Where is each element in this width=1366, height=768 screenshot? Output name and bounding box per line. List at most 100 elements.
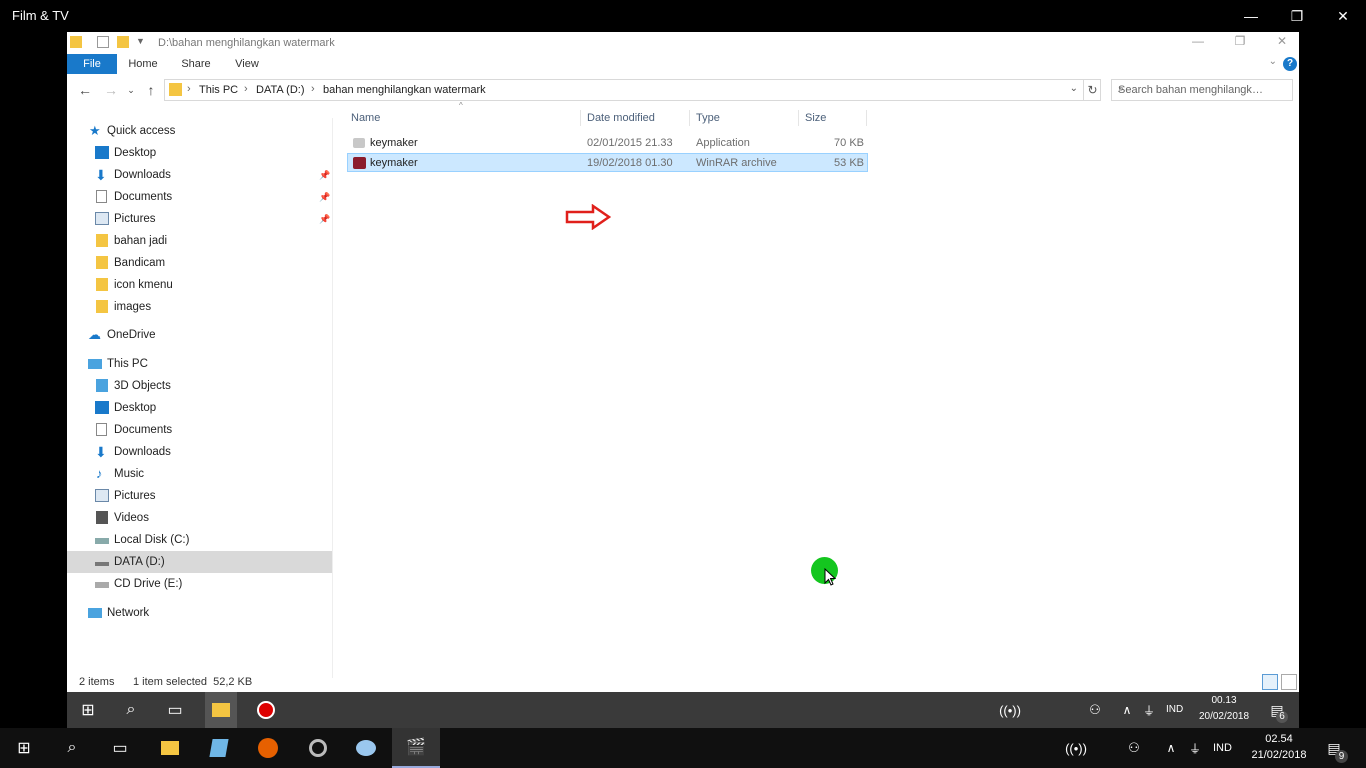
nav-pc-desktop[interactable]: Desktop [67, 397, 333, 419]
new-folder-icon[interactable] [117, 36, 129, 48]
people-icon[interactable]: ⚇ [1079, 692, 1111, 728]
file-row-selected[interactable]: keymaker 19/02/2018 01.30 WinRAR archive… [347, 153, 868, 172]
film-and-tv-icon[interactable]: 🎬 [392, 728, 440, 768]
nav-pc-documents[interactable]: Documents [67, 419, 333, 441]
forward-button[interactable]: → [101, 80, 121, 100]
nav-pc-pictures[interactable]: Pictures [67, 485, 333, 507]
breadcrumb-this-pc[interactable]: This PC [199, 84, 238, 96]
nav-pc-cd-drive-e[interactable]: CD Drive (E:) [67, 573, 333, 595]
search-icon[interactable]: ⌕ [56, 728, 88, 768]
column-header-date-modified[interactable]: Date modified [581, 110, 690, 126]
power-plug-icon[interactable]: ⏚ [1133, 692, 1165, 728]
back-button[interactable]: ← [75, 80, 95, 100]
column-header-type[interactable]: Type [690, 110, 799, 126]
record-icon[interactable] [250, 692, 282, 728]
nav-pc-videos[interactable]: Videos [67, 507, 333, 529]
nav-onedrive[interactable]: ☁ OneDrive [67, 324, 333, 346]
recent-locations-button[interactable]: ⌄ [121, 80, 141, 100]
nav-pc-downloads[interactable]: ⬇ Downloads [67, 441, 333, 463]
paint-icon[interactable] [350, 728, 382, 768]
help-icon[interactable]: ? [1283, 57, 1297, 71]
close-button[interactable]: ✕ [1320, 0, 1366, 32]
network-signal-icon[interactable]: ((•)) [994, 692, 1026, 728]
power-plug-icon[interactable]: ⏚ [1179, 728, 1211, 768]
clock-date[interactable]: 20/02/2018 [1195, 711, 1253, 722]
refresh-button[interactable]: ↻ [1083, 79, 1101, 101]
large-icons-view-icon[interactable] [1281, 674, 1297, 690]
customize-qat-icon[interactable]: ▼ [136, 36, 145, 46]
file-list: ^ Name Date modified Type Size keymaker … [335, 101, 1299, 674]
column-header-name[interactable]: Name [345, 110, 581, 126]
red-arrow-annotation-icon [565, 204, 611, 230]
nav-qa-documents[interactable]: Documents 📌 [67, 186, 333, 208]
nav-qa-downloads[interactable]: ⬇ Downloads 📌 [67, 164, 333, 186]
network-signal-icon[interactable]: ((•)) [1060, 728, 1092, 768]
chevron-right-icon[interactable]: › [311, 83, 315, 95]
explorer-minimize-button[interactable]: — [1183, 34, 1213, 52]
clock-time[interactable]: 02.54 [1248, 732, 1310, 747]
bandicam-icon[interactable] [302, 728, 334, 768]
properties-icon[interactable] [97, 36, 109, 48]
notepad-icon[interactable] [203, 728, 235, 768]
nav-quick-access[interactable]: ★ Quick access [67, 120, 333, 142]
firefox-icon[interactable] [252, 728, 284, 768]
tab-file[interactable]: File [67, 54, 117, 74]
folder-icon [169, 83, 182, 96]
windows-start-icon[interactable]: ⊞ [8, 728, 40, 768]
breadcrumb-data-d[interactable]: DATA (D:) [256, 84, 304, 96]
search-input[interactable]: Search bahan menghilangkan watermark ⌕ [1111, 79, 1293, 101]
task-view-icon[interactable]: ▭ [159, 692, 191, 728]
clock-time[interactable]: 00.13 [1195, 695, 1253, 706]
expand-ribbon-icon[interactable]: ⌄ [1269, 56, 1277, 67]
nav-qa-bandicam[interactable]: Bandicam [67, 252, 333, 274]
nav-label: Pictures [114, 490, 156, 502]
quick-access-toolbar: ▼ D:\bahan menghilangkan watermark — ❐ ✕ [67, 32, 1299, 54]
pin-icon[interactable]: 📌 [319, 186, 330, 208]
nav-qa-icon-kmenu[interactable]: icon kmenu [67, 274, 333, 296]
mouse-cursor-icon [824, 568, 836, 586]
nav-qa-pictures[interactable]: Pictures 📌 [67, 208, 333, 230]
pin-icon[interactable]: 📌 [319, 208, 330, 230]
clock-date[interactable]: 21/02/2018 [1248, 748, 1310, 763]
nav-pc-3d-objects[interactable]: 3D Objects [67, 375, 333, 397]
tab-home[interactable]: Home [125, 54, 161, 74]
nav-qa-images[interactable]: images [67, 296, 333, 318]
task-view-icon[interactable]: ▭ [104, 728, 136, 768]
address-bar[interactable]: › This PC › DATA (D:) › bahan menghilang… [164, 79, 1101, 101]
nav-qa-bahan-jadi[interactable]: bahan jadi [67, 230, 333, 252]
nav-pc-music[interactable]: ♪ Music [67, 463, 333, 485]
nav-network[interactable]: Network [67, 602, 333, 624]
people-icon[interactable]: ⚇ [1118, 728, 1150, 768]
chevron-right-icon[interactable]: › [187, 83, 191, 95]
explorer-close-button[interactable]: ✕ [1267, 34, 1297, 52]
column-header-size[interactable]: Size [799, 110, 867, 126]
minimize-button[interactable]: — [1228, 0, 1274, 32]
address-dropdown-icon[interactable]: ⌄ [1070, 83, 1078, 94]
file-row[interactable]: keymaker 02/01/2015 21.33 Application 70… [347, 134, 868, 153]
up-button[interactable]: ↑ [141, 80, 161, 100]
details-view-icon[interactable] [1262, 674, 1278, 690]
nav-this-pc[interactable]: This PC [67, 353, 333, 375]
language-indicator[interactable]: IND [1213, 741, 1232, 756]
language-indicator[interactable]: IND [1166, 704, 1183, 715]
search-icon[interactable]: ⌕ [115, 692, 147, 728]
tab-view[interactable]: View [230, 54, 264, 74]
window-path-title: D:\bahan menghilangkan watermark [158, 37, 335, 49]
file-explorer-icon[interactable] [205, 692, 237, 728]
chevron-right-icon[interactable]: › [244, 83, 248, 95]
file-explorer-icon[interactable] [154, 728, 186, 768]
pin-icon[interactable]: 📌 [319, 164, 330, 186]
breadcrumb-current-folder[interactable]: bahan menghilangkan watermark [323, 84, 486, 96]
nav-label: DATA (D:) [114, 556, 165, 568]
notification-icon[interactable]: ▤ [1318, 728, 1350, 768]
nav-pc-data-d[interactable]: DATA (D:) [67, 551, 332, 573]
download-arrow-icon: ⬇ [95, 167, 107, 183]
tab-share[interactable]: Share [177, 54, 215, 74]
nav-qa-desktop[interactable]: Desktop [67, 142, 333, 164]
explorer-maximize-button[interactable]: ❐ [1225, 34, 1255, 52]
restore-button[interactable]: ❐ [1274, 0, 1320, 32]
notification-icon[interactable]: ▤ [1261, 692, 1293, 728]
nav-pc-local-disk-c[interactable]: Local Disk (C:) [67, 529, 333, 551]
windows-start-icon[interactable]: ⊞ [72, 692, 104, 728]
star-icon: ★ [89, 123, 101, 138]
